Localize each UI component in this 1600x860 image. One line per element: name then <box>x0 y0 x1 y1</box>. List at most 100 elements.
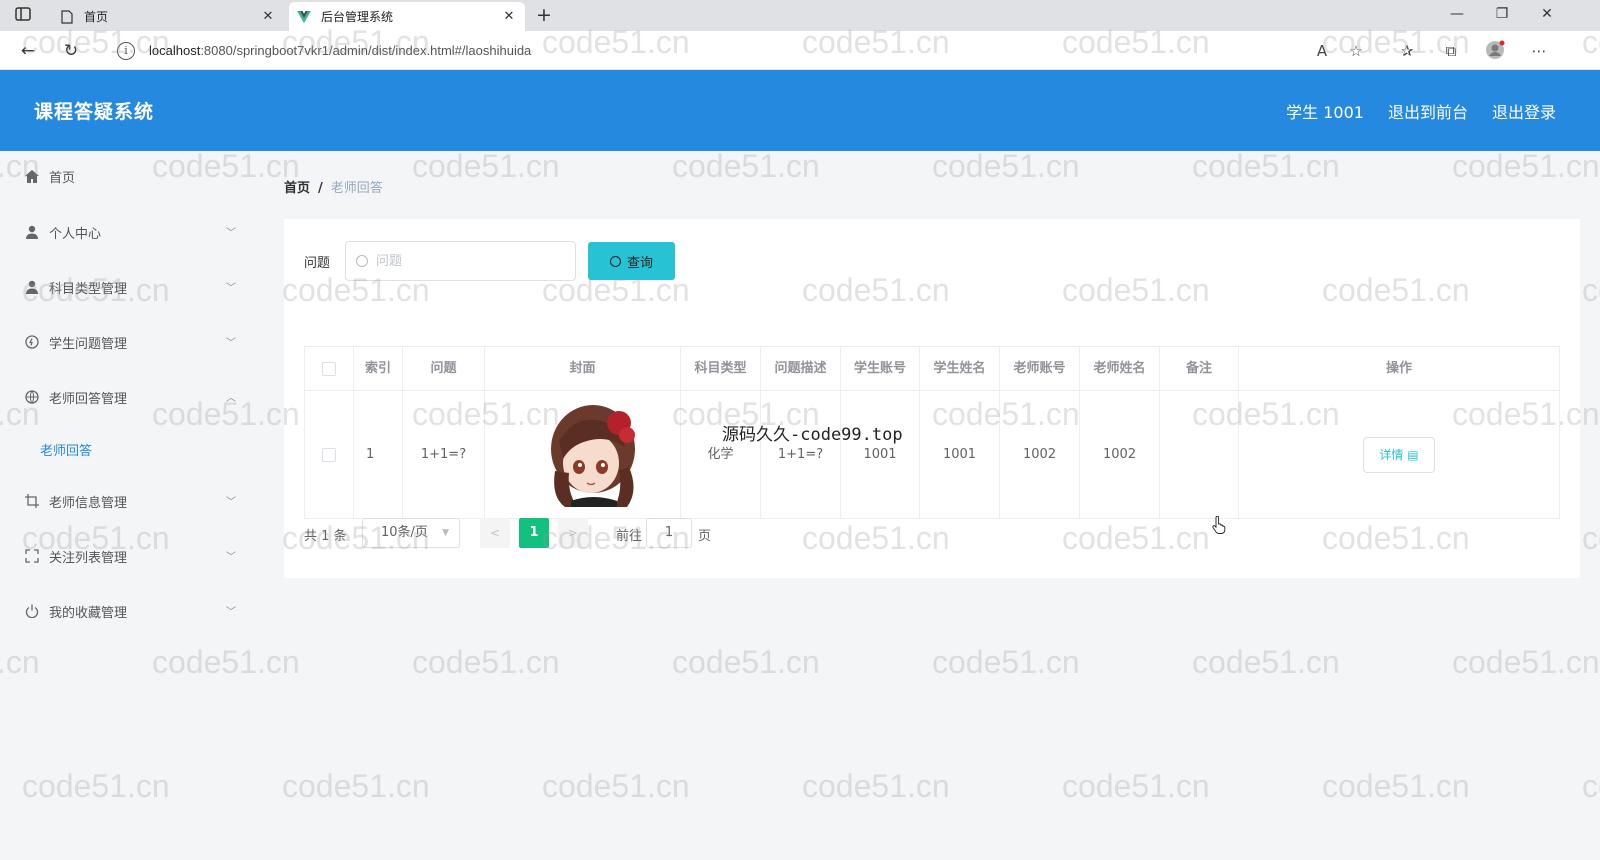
pagination: 共 1 条 10条/页 ▼ < 1 > 前往 1 页 <box>304 518 1004 548</box>
sidebar-item-subject-type[interactable]: 科目类型管理 ﹀ <box>0 267 256 307</box>
column-header: 学生姓名 <box>920 347 1000 391</box>
current-user: 学生 1001 <box>1286 103 1364 122</box>
collections-icon[interactable]: ⧉ <box>1440 40 1462 62</box>
column-header: 科目类型 <box>681 347 761 391</box>
chevron-down-icon: ▼ <box>442 528 449 538</box>
power-icon <box>24 603 40 619</box>
cell-remark <box>1160 391 1239 518</box>
goto-label: 前往 <box>616 529 643 544</box>
vue-logo-icon <box>297 10 311 24</box>
sidebar-item-teacher-answers[interactable]: 老师回答管理 ︿ <box>0 377 256 417</box>
page-size-value: 10条/页 <box>381 525 428 540</box>
hand-cursor-icon <box>1212 516 1226 534</box>
tab-title: 后台管理系统 <box>321 10 394 24</box>
watermark-text: code51.cn <box>282 768 430 804</box>
watermark-text: code51.cn <box>1582 272 1600 308</box>
breadcrumb-current: 老师回答 <box>330 181 383 196</box>
header-links: 学生 1001 退出到前台 退出登录 <box>1286 99 1556 123</box>
cell-index: 1 <box>354 391 403 518</box>
query-button[interactable]: 查询 <box>588 242 675 280</box>
read-aloud-icon[interactable]: A <box>1311 40 1333 62</box>
sidebar-toggle-icon[interactable] <box>14 7 32 25</box>
sidebar-item-home[interactable]: 首页 <box>0 156 256 196</box>
sidebar-item-teacher-info[interactable]: 老师信息管理 ﹀ <box>0 481 256 521</box>
info-icon[interactable]: i <box>117 41 135 60</box>
sidebar-subitem-teacher-answer[interactable]: 老师回答 <box>40 440 92 459</box>
query-button-label: 查询 <box>626 255 653 271</box>
tab-home[interactable]: 首页 ✕ <box>52 2 284 31</box>
chevron-down-icon: ﹀ <box>226 228 236 239</box>
profile-icon[interactable] <box>1484 40 1506 62</box>
help-icon <box>24 334 40 350</box>
goto-page-input[interactable]: 1 <box>646 518 692 548</box>
sidebar-item-label: 个人中心 <box>49 226 102 242</box>
back-icon[interactable]: ← <box>17 40 39 62</box>
cell-student-name: 1001 <box>920 391 1000 518</box>
sidebar-item-label: 关注列表管理 <box>49 550 128 566</box>
new-tab-icon[interactable]: + <box>534 5 554 25</box>
sidebar-item-student-questions[interactable]: 学生问题管理 ﹀ <box>0 322 256 362</box>
cell-question: 1+1=? <box>403 391 485 518</box>
url-field[interactable]: i localhost:8080/springboot7vkr1/admin/d… <box>100 35 1405 66</box>
column-header: 问题描述 <box>761 347 841 391</box>
select-all-checkbox[interactable] <box>322 361 336 376</box>
watermark-text: code51.cn <box>932 148 1080 184</box>
cell-teacher-account: 1002 <box>1000 391 1080 518</box>
sidebar-item-my-favorites[interactable]: 我的收藏管理 ﹀ <box>0 591 256 631</box>
search-label: 问题 <box>304 256 331 271</box>
exit-to-front-link[interactable]: 退出到前台 <box>1388 99 1468 123</box>
breadcrumb: 首页 / 老师回答 <box>284 177 383 196</box>
detail-button[interactable]: 详情 ▤ <box>1363 436 1435 473</box>
column-header: 学生账号 <box>841 347 920 391</box>
favorites-icon[interactable]: ✰ <box>1396 40 1418 62</box>
close-icon[interactable]: ✕ <box>501 9 517 24</box>
app-header: 课程答疑系统 学生 1001 退出到前台 退出登录 <box>0 70 1600 151</box>
fullscreen-icon <box>24 548 40 564</box>
watermark-text: code51.cn <box>1192 148 1340 184</box>
watermark-text: code51.cn <box>542 768 690 804</box>
user-icon <box>24 224 40 240</box>
add-favorite-icon[interactable]: ☆ <box>1345 40 1367 62</box>
next-page-button[interactable]: > <box>558 518 588 548</box>
document-icon: ▤ <box>1407 447 1419 462</box>
page-size-select[interactable]: 10条/页 ▼ <box>362 518 460 548</box>
watermark-text: code51.cn <box>672 644 820 680</box>
watermark-text: code51.cn <box>1582 768 1600 804</box>
breadcrumb-home[interactable]: 首页 <box>284 181 310 196</box>
column-header: 封面 <box>485 347 681 391</box>
search-input[interactable] <box>376 253 566 269</box>
cell-subject: 化学 <box>681 391 761 518</box>
page-number-current[interactable]: 1 <box>519 518 549 548</box>
sidebar-item-personal-center[interactable]: 个人中心 ﹀ <box>0 212 256 252</box>
logout-link[interactable]: 退出登录 <box>1492 99 1556 123</box>
minimize-icon[interactable]: — <box>1447 6 1467 22</box>
chevron-down-icon: ﹀ <box>226 283 236 294</box>
row-checkbox[interactable] <box>322 447 336 462</box>
browser-tab-bar: 首页 ✕ 后台管理系统 ✕ + — ❐ ✕ <box>0 0 1600 31</box>
chevron-down-icon: ﹀ <box>226 497 236 508</box>
more-icon[interactable]: ⋯ <box>1528 40 1550 62</box>
refresh-icon[interactable]: ↻ <box>60 40 82 62</box>
sidebar-item-label: 科目类型管理 <box>49 281 128 297</box>
url-path: :8080/springboot7vkr1/admin/dist/index.h… <box>200 43 532 58</box>
sidebar-item-label: 老师信息管理 <box>49 495 128 511</box>
cell-student-account: 1001 <box>841 391 920 518</box>
sidebar-item-follow-list[interactable]: 关注列表管理 ﹀ <box>0 536 256 576</box>
breadcrumb-separator: / <box>318 181 323 196</box>
watermark-text: code51.cn <box>802 768 950 804</box>
tab-admin[interactable]: 后台管理系统 ✕ <box>289 2 525 31</box>
window-close-icon[interactable]: ✕ <box>1537 6 1557 22</box>
watermark-text: code51.cn <box>1452 148 1600 184</box>
chevron-down-icon: ﹀ <box>226 338 236 349</box>
table-header: 索引 问题 封面 科目类型 问题描述 学生账号 学生姓名 老师账号 老师姓名 备… <box>305 347 1559 391</box>
prev-page-button[interactable]: < <box>480 518 510 548</box>
search-field[interactable] <box>345 241 576 281</box>
watermark-text: code51.cn <box>1192 644 1340 680</box>
pagination-total: 共 1 条 <box>304 529 347 544</box>
url-host: localhost <box>149 43 201 58</box>
restore-icon[interactable]: ❐ <box>1492 6 1512 22</box>
sidebar-item-label: 首页 <box>49 170 76 186</box>
close-icon[interactable]: ✕ <box>260 9 276 24</box>
watermark-text: code51.cn <box>1452 644 1600 680</box>
sidebar: 首页 个人中心 ﹀ 科目类型管理 ﹀ 学生问题管理 ﹀ 老师回答管理 ︿ 老师回… <box>0 151 256 860</box>
